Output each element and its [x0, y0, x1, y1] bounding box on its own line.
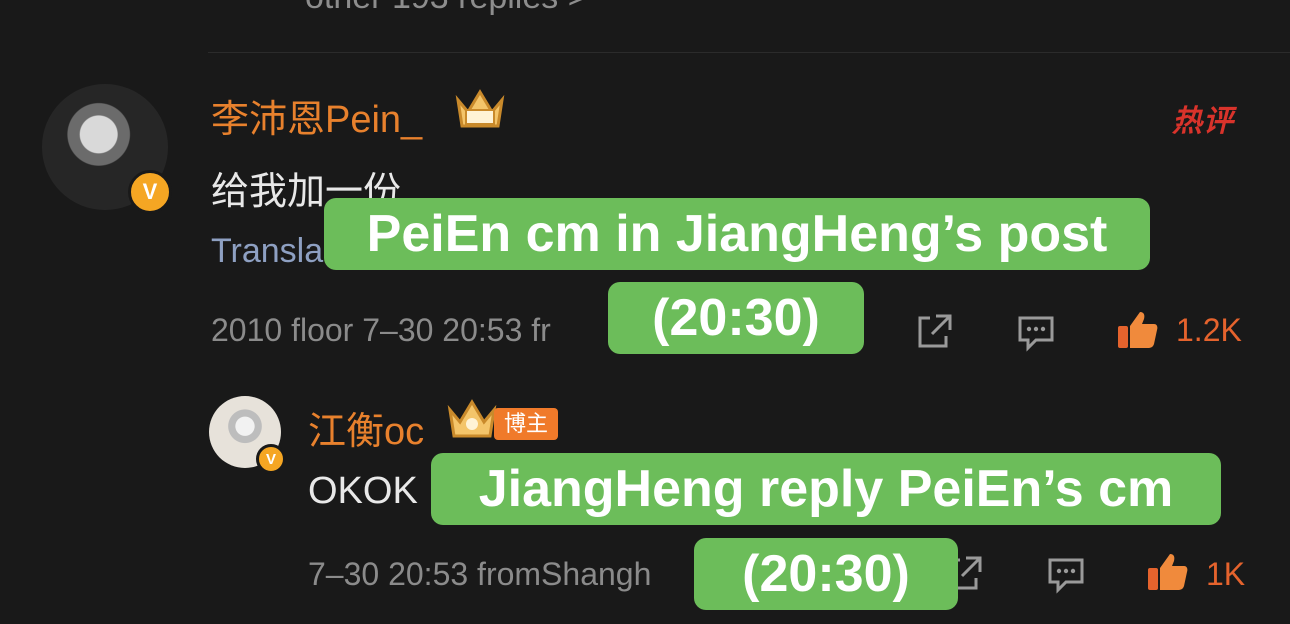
hot-comment-badge: 热评	[1172, 105, 1234, 138]
reply-username[interactable]: 江衡oc	[308, 400, 424, 455]
like-count: 1.2K	[1176, 312, 1242, 348]
comment-username[interactable]: 李沛恩Pein_	[211, 88, 422, 143]
comment-icon[interactable]	[1044, 552, 1088, 596]
author-badge: 博主	[494, 408, 559, 440]
caption-overlay-bottom-line2: (20:30)	[694, 538, 958, 610]
reply-meta: 7–30 20:53 fromShangh	[308, 556, 652, 592]
crown-badge-icon	[446, 398, 498, 451]
caption-overlay-top-line1: PeiEn cm in JiangHeng’s post	[324, 198, 1150, 270]
like-icon[interactable]	[1144, 548, 1188, 592]
translate-link[interactable]: Transla	[211, 232, 323, 271]
verified-icon: V	[256, 444, 286, 474]
comment-meta: 2010 floor 7–30 20:53 fr	[211, 312, 551, 348]
reply-text: OKOK	[308, 470, 418, 512]
like-count: 1K	[1206, 556, 1246, 592]
more-replies-link[interactable]: other 193 replies >	[305, 0, 588, 17]
caption-overlay-top-line2: (20:30)	[608, 282, 864, 354]
like-icon[interactable]	[1114, 306, 1158, 350]
divider	[208, 52, 1290, 53]
comment-icon[interactable]	[1014, 310, 1058, 354]
share-icon[interactable]	[912, 310, 956, 354]
caption-overlay-bottom-line1: JiangHeng reply PeiEn’s cm	[431, 453, 1221, 525]
verified-icon: V	[128, 170, 172, 214]
crown-badge-icon	[452, 86, 508, 141]
